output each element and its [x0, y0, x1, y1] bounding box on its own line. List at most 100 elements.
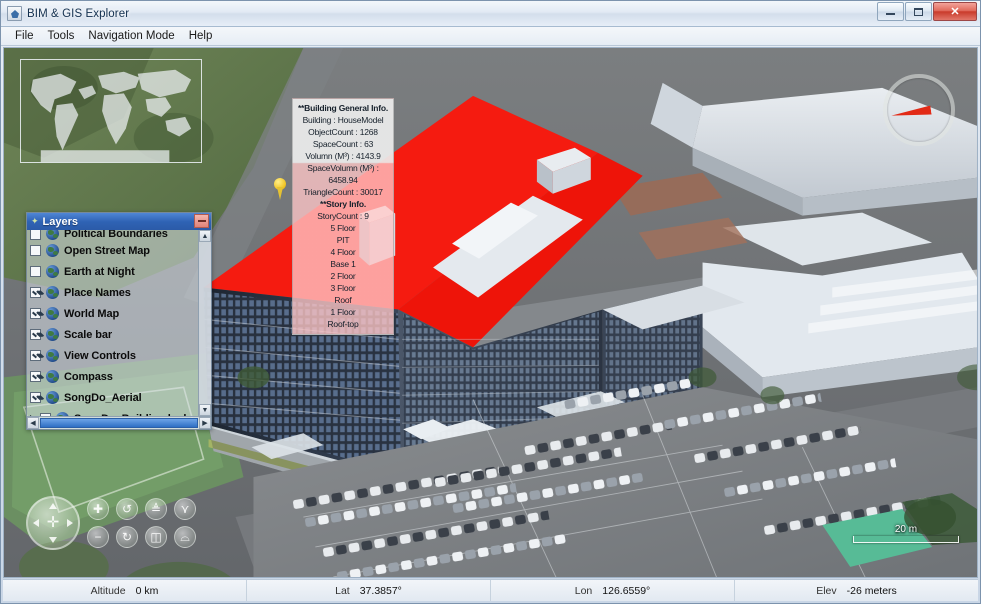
layer-item-earth-at-night[interactable]: Earth at Night	[30, 261, 198, 282]
layer-globe-icon	[56, 412, 69, 416]
layer-item-songdo-building-kml[interactable]: SongDo_Building.kml	[30, 408, 198, 416]
info-line-story-7: Roof	[334, 295, 352, 305]
layer-checkbox[interactable]	[30, 245, 41, 256]
zoom-in-icon[interactable]: ✚	[87, 498, 109, 520]
status-cell-latitude: Lat 37.3857°	[247, 580, 491, 601]
layer-globe-icon	[46, 370, 59, 383]
expand-triangle-icon[interactable]	[30, 414, 36, 416]
status-value-latitude: 37.3857°	[359, 584, 402, 597]
info-line-story-header: **Story Info.	[319, 199, 367, 209]
layer-globe-icon	[46, 244, 59, 257]
status-label-longitude: Lon	[574, 584, 593, 597]
info-line-building: Building : HouseModel	[302, 115, 384, 125]
tilt-up-icon[interactable]: ≜	[145, 498, 167, 520]
scale-bar-widget: 20 m	[853, 524, 959, 543]
compass-widget[interactable]	[883, 74, 955, 146]
layers-minimize-button[interactable]	[194, 214, 209, 228]
pan-right-icon[interactable]	[67, 519, 73, 527]
layers-horizontal-scrollbar[interactable]: ◀ ▶	[27, 416, 211, 429]
layer-item-place-names[interactable]: Place Names	[30, 282, 198, 303]
scroll-right-icon[interactable]: ▶	[199, 417, 211, 429]
view-controls-widget[interactable]: ✛ ✚ ↺ ≜ ⋎ − ↻ ◫ ⌓	[26, 491, 196, 555]
layer-checkbox[interactable]	[30, 392, 41, 403]
scroll-left-icon[interactable]: ◀	[27, 417, 39, 429]
tilt-slider-icon[interactable]: ◫	[145, 526, 167, 548]
layer-label: Political Boundaries	[64, 230, 168, 240]
rotate-cw-icon[interactable]: ↻	[116, 526, 138, 548]
zoom-out-icon[interactable]: −	[87, 526, 109, 548]
layer-checkbox[interactable]	[30, 230, 41, 240]
layer-checkbox[interactable]	[30, 350, 41, 361]
scroll-thumb-horizontal[interactable]	[40, 418, 198, 428]
pan-left-icon[interactable]	[33, 519, 39, 527]
scroll-down-icon[interactable]: ▼	[199, 404, 211, 416]
pan-up-icon[interactable]	[49, 503, 57, 509]
info-line-storycount: StoryCount : 9	[317, 211, 369, 221]
close-button[interactable]: ✕	[933, 2, 977, 21]
scale-bar-line	[853, 536, 959, 543]
layer-item-view-controls[interactable]: View Controls	[30, 345, 198, 366]
layer-label: SongDo_Building.kml	[74, 413, 186, 417]
info-line-story-2: PIT	[336, 235, 350, 245]
view-control-buttons: ✚ ↺ ≜ ⋎ − ↻ ◫ ⌓	[87, 498, 196, 548]
layer-item-scale-bar[interactable]: Scale bar	[30, 324, 198, 345]
pan-down-icon[interactable]	[49, 537, 57, 543]
app-icon	[7, 6, 22, 21]
layer-item-open-street-map[interactable]: Open Street Map	[30, 240, 198, 261]
pan-center-icon[interactable]: ✛	[45, 514, 62, 532]
globe-viewport[interactable]: **Building General Info. Building : Hous…	[3, 47, 978, 578]
maximize-button[interactable]	[905, 2, 932, 21]
status-value-elevation: -26 meters	[846, 584, 897, 597]
pan-pad[interactable]: ✛	[26, 496, 80, 550]
menu-item-navigation-mode[interactable]: Navigation Mode	[81, 28, 181, 44]
menu-bar: File Tools Navigation Mode Help	[1, 27, 980, 46]
placemark-pushpin-icon[interactable]	[272, 178, 288, 200]
layer-globe-icon	[46, 265, 59, 278]
layer-item-songdo-aerial[interactable]: SongDo_Aerial	[30, 387, 198, 408]
layer-checkbox[interactable]	[40, 413, 51, 416]
layers-panel-body: Political Boundaries Open Street Map Ear…	[27, 230, 211, 416]
status-label-altitude: Altitude	[90, 584, 126, 597]
status-value-longitude: 126.6559°	[602, 584, 651, 597]
layer-label: View Controls	[64, 349, 136, 362]
menu-item-tools[interactable]: Tools	[41, 28, 82, 44]
layer-label: Earth at Night	[64, 265, 135, 278]
layer-checkbox[interactable]	[30, 266, 41, 277]
reset-heading-icon[interactable]: ⋎	[174, 498, 196, 520]
layer-globe-icon	[46, 349, 59, 362]
layers-vertical-scrollbar[interactable]: ▲ ▼	[198, 230, 211, 416]
info-line-title: **Building General Info.	[297, 103, 389, 113]
tilt-down-icon[interactable]: ⌓	[174, 526, 196, 548]
status-bar: Altitude 0 km Lat 37.3857° Lon 126.6559°…	[3, 579, 978, 601]
info-line-story-6: 3 Floor	[330, 283, 356, 293]
info-line-objectcount: ObjectCount : 1268	[308, 127, 378, 137]
menu-item-file[interactable]: File	[8, 28, 41, 44]
status-cell-elevation: Elev -26 meters	[735, 580, 978, 601]
layers-panel[interactable]: ✦ Layers Political Boundaries Open Stree…	[26, 212, 212, 430]
layer-globe-icon	[46, 328, 59, 341]
layer-item-political-boundaries[interactable]: Political Boundaries	[30, 230, 198, 240]
status-value-altitude: 0 km	[135, 584, 159, 597]
status-cell-altitude: Altitude 0 km	[3, 580, 247, 601]
rotate-ccw-icon[interactable]: ↺	[116, 498, 138, 520]
layer-label: Scale bar	[64, 328, 113, 341]
layers-panel-title: Layers	[42, 215, 79, 228]
scroll-track[interactable]	[199, 242, 211, 404]
layer-item-compass[interactable]: Compass	[30, 366, 198, 387]
status-label-elevation: Elev	[816, 584, 837, 597]
layer-checkbox[interactable]	[30, 371, 41, 382]
scroll-up-icon[interactable]: ▲	[199, 230, 211, 242]
info-line-story-9: Roof-top	[327, 319, 359, 329]
layer-globe-icon	[46, 286, 59, 299]
layer-checkbox[interactable]	[30, 329, 41, 340]
layers-list[interactable]: Political Boundaries Open Street Map Ear…	[27, 230, 198, 416]
minimize-button[interactable]	[877, 2, 904, 21]
menu-item-help[interactable]: Help	[182, 28, 220, 44]
layer-label: Place Names	[64, 286, 131, 299]
layer-item-world-map[interactable]: World Map	[30, 303, 198, 324]
application-window: BIM & GIS Explorer ✕ File Tools Navigati…	[0, 0, 981, 604]
layer-checkbox[interactable]	[30, 287, 41, 298]
layer-globe-icon	[46, 307, 59, 320]
scale-bar-label: 20 m	[894, 524, 918, 535]
layer-checkbox[interactable]	[30, 308, 41, 319]
